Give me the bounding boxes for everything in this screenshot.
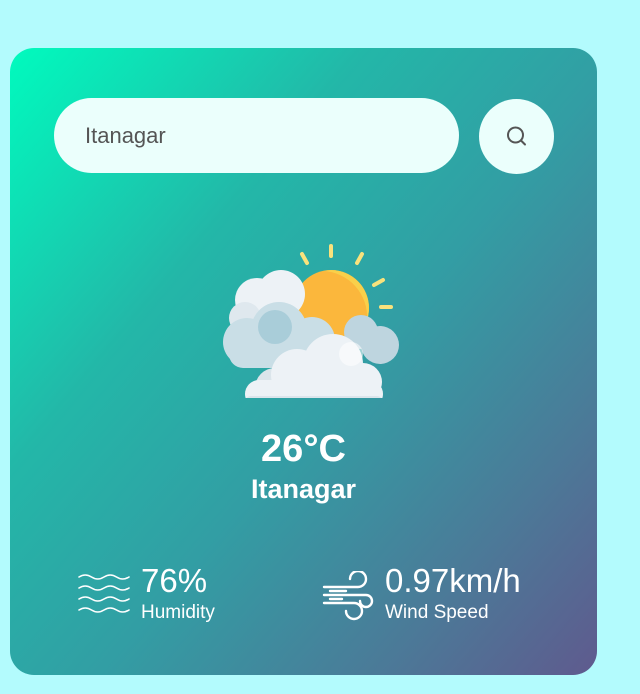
wind-speed-value: 0.97km/h <box>385 562 521 599</box>
humidity-waves-icon <box>78 573 130 624</box>
humidity-label: Humidity <box>141 602 215 623</box>
weather-card: 26°C Itanagar 76% Humidity <box>10 48 597 675</box>
wind-detail: 0.97km/h Wind Speed <box>322 563 582 633</box>
search-button[interactable] <box>479 99 554 174</box>
temperature: 26°C <box>261 428 346 470</box>
wind-icon <box>322 569 374 626</box>
wind-speed-label: Wind Speed <box>385 602 489 623</box>
city-name: Itanagar <box>250 474 357 504</box>
humidity-detail: 76% Humidity <box>78 563 278 633</box>
humidity-value: 76% <box>141 562 208 599</box>
city-search-input[interactable] <box>54 98 459 173</box>
search-icon <box>505 125 529 149</box>
partly-cloudy-sun-icon <box>215 238 405 408</box>
